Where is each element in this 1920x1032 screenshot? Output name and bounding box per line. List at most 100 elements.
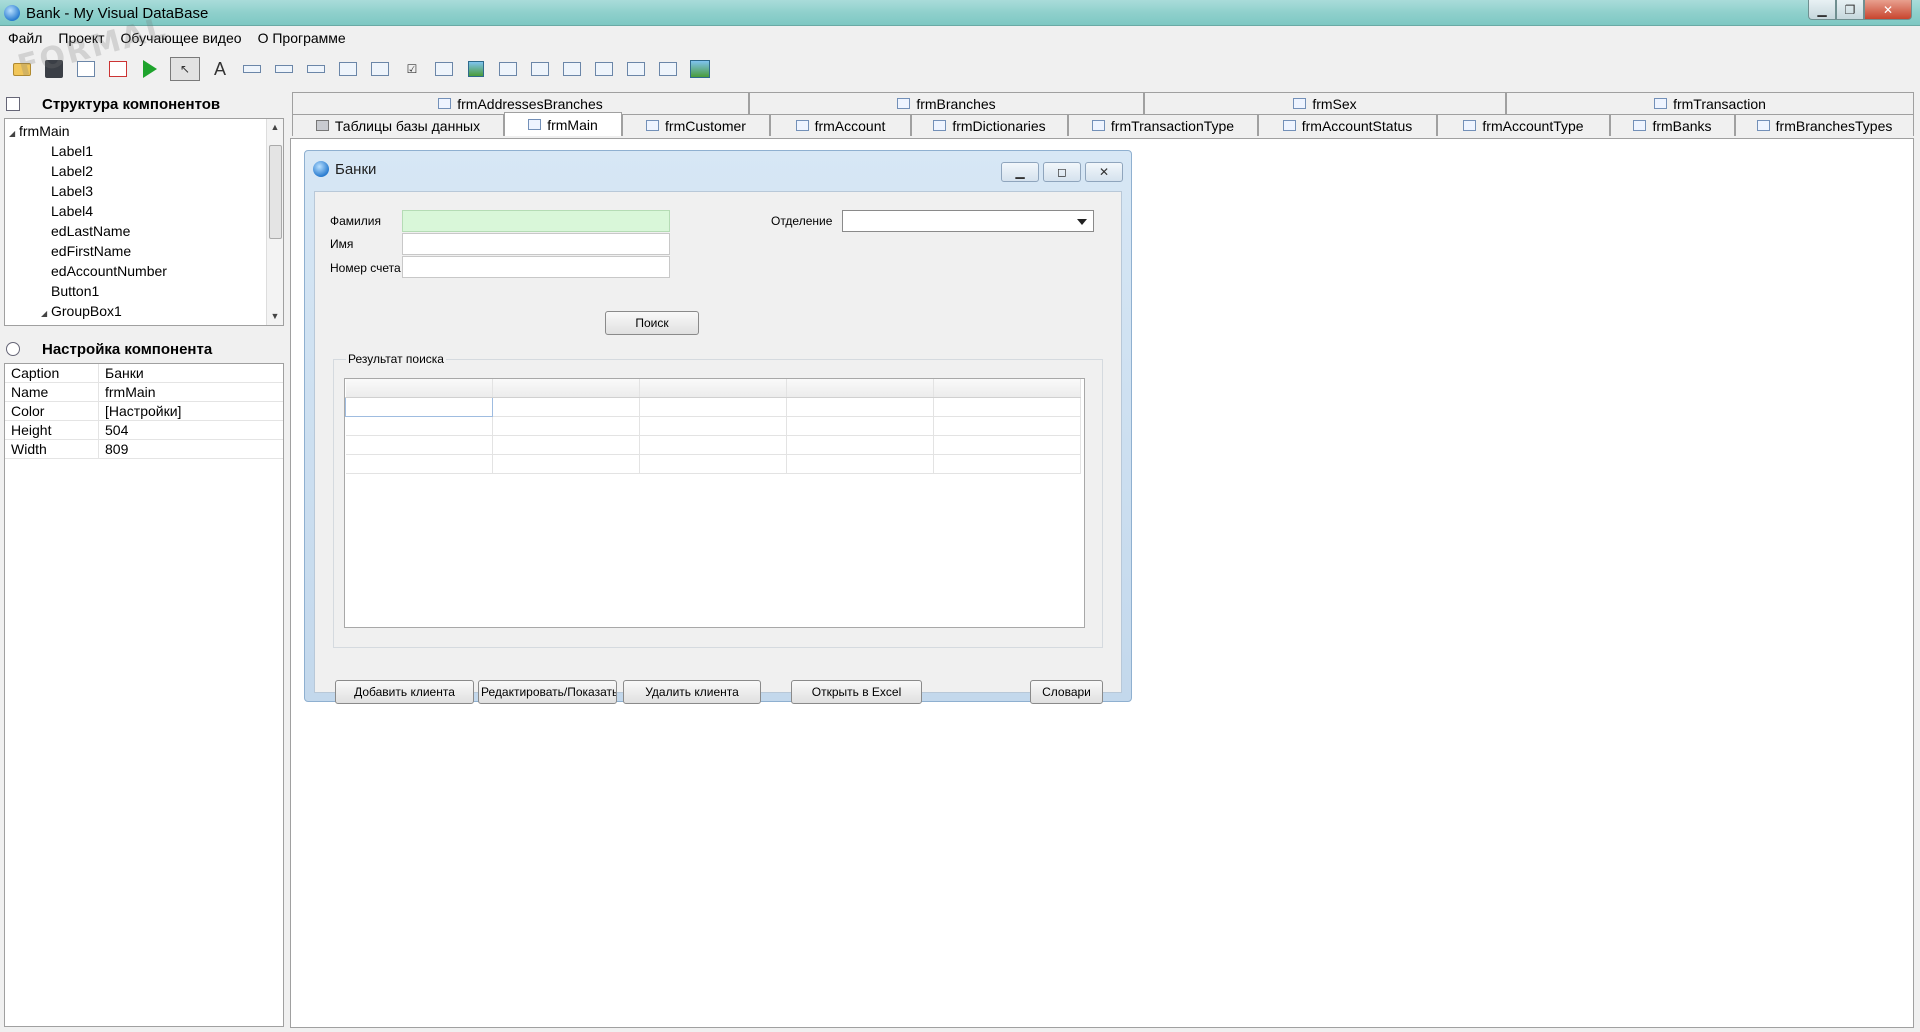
property-grid[interactable]: Caption Банки Name frmMain Color [Настройки… xyxy=(4,363,284,1027)
property-row[interactable]: Color [Настройки] xyxy=(5,402,283,421)
tab-frmAddressesBranches[interactable]: frmAddressesBranches xyxy=(292,92,749,114)
results-grid[interactable] xyxy=(344,378,1085,628)
scroll-up-arrow-icon[interactable]: ▲ xyxy=(267,119,283,136)
tree-item[interactable]: edLastName xyxy=(9,221,283,241)
tab-database-tables[interactable]: Таблицы базы данных xyxy=(292,114,504,136)
grid-cell[interactable] xyxy=(492,454,640,474)
branch-select[interactable] xyxy=(842,210,1094,232)
grid-cell[interactable] xyxy=(933,416,1081,436)
shape-tool-icon[interactable] xyxy=(592,57,616,81)
tree-item[interactable]: edAccountNumber xyxy=(9,261,283,281)
add-form-icon[interactable] xyxy=(74,57,98,81)
tab-frmDictionaries[interactable]: frmDictionaries xyxy=(911,114,1068,136)
tree-item[interactable]: ◢ GroupBox1 xyxy=(9,301,283,321)
menu-file[interactable]: Файл xyxy=(6,30,44,46)
edit-tool-icon[interactable] xyxy=(272,57,296,81)
scrollbar-thumb[interactable] xyxy=(269,145,282,239)
tab-frmBanks[interactable]: frmBanks xyxy=(1610,114,1735,136)
grid-cell[interactable] xyxy=(933,397,1081,417)
picture-tool-icon[interactable] xyxy=(688,57,712,81)
grid-cell[interactable] xyxy=(786,397,934,417)
menu-about[interactable]: О Программе xyxy=(256,30,348,46)
tab-frmMain[interactable]: frmMain xyxy=(504,112,622,136)
property-row[interactable]: Caption Банки xyxy=(5,364,283,383)
tree-scrollbar[interactable]: ▲ ▼ xyxy=(266,119,283,325)
close-button[interactable]: ✕ xyxy=(1864,0,1912,20)
grid-header-cell[interactable] xyxy=(933,379,1081,398)
tree-item[interactable]: Label3 xyxy=(9,181,283,201)
menu-tutorial-video[interactable]: Обучающее видео xyxy=(119,30,244,46)
tree-item[interactable]: Label2 xyxy=(9,161,283,181)
tab-frmTransactionType[interactable]: frmTransactionType xyxy=(1068,114,1258,136)
tree-item[interactable]: Button1 xyxy=(9,281,283,301)
tree-item[interactable]: edFirstName xyxy=(9,241,283,261)
grid-cell[interactable] xyxy=(345,454,493,474)
tab-frmAccountType[interactable]: frmAccountType xyxy=(1437,114,1610,136)
pointer-tool-icon[interactable]: ↖ xyxy=(170,57,200,81)
form-maximize-button[interactable]: ◻ xyxy=(1043,162,1081,182)
grid-cell[interactable] xyxy=(345,435,493,455)
table-row[interactable] xyxy=(345,435,1081,455)
open-excel-button[interactable]: Открыть в Excel xyxy=(791,680,922,704)
grid-cell[interactable] xyxy=(345,416,493,436)
grid-header-cell[interactable] xyxy=(345,379,493,398)
tab-frmAccount[interactable]: frmAccount xyxy=(770,114,911,136)
restore-button[interactable]: ❐ xyxy=(1836,0,1864,20)
button-tool-icon[interactable] xyxy=(240,57,264,81)
grid-cell[interactable] xyxy=(492,435,640,455)
scroll-down-arrow-icon[interactable]: ▼ xyxy=(267,308,283,325)
save-icon[interactable] xyxy=(42,57,66,81)
property-row[interactable]: Width 809 xyxy=(5,440,283,459)
property-row[interactable]: Name frmMain xyxy=(5,383,283,402)
table-row[interactable] xyxy=(345,416,1081,436)
combobox-tool-icon[interactable] xyxy=(368,57,392,81)
memo-tool-icon[interactable] xyxy=(336,57,360,81)
groupbox-tool-icon[interactable] xyxy=(624,57,648,81)
table-row[interactable] xyxy=(345,396,1081,417)
grid-header-cell[interactable] xyxy=(492,379,640,398)
property-row[interactable]: Height 504 xyxy=(5,421,283,440)
tab-frmBranches[interactable]: frmBranches xyxy=(749,92,1144,114)
date-tool-icon[interactable] xyxy=(496,57,520,81)
tab-frmBranchesTypes[interactable]: frmBranchesTypes xyxy=(1735,114,1914,136)
grid-header-cell[interactable] xyxy=(639,379,787,398)
numeric-tool-icon[interactable] xyxy=(304,57,328,81)
designed-form[interactable]: Банки ▁ ◻ ✕ Фамилия Имя Номер счета Отде… xyxy=(304,150,1132,704)
image-tool-icon[interactable] xyxy=(464,57,488,81)
tree-item[interactable]: Label1 xyxy=(9,141,283,161)
grid-cell[interactable] xyxy=(492,397,640,417)
grid-cell[interactable] xyxy=(639,435,787,455)
grid-cell[interactable] xyxy=(933,435,1081,455)
grid-header-cell[interactable] xyxy=(786,379,934,398)
tab-frmAccountStatus[interactable]: frmAccountStatus xyxy=(1258,114,1437,136)
add-client-button[interactable]: Добавить клиента xyxy=(335,680,474,704)
run-icon[interactable] xyxy=(138,57,162,81)
form-minimize-button[interactable]: ▁ xyxy=(1001,162,1039,182)
lastname-input[interactable] xyxy=(402,210,670,232)
grid-cell[interactable] xyxy=(933,454,1081,474)
form-close-button[interactable]: ✕ xyxy=(1085,162,1123,182)
tab-frmTransaction[interactable]: frmTransaction xyxy=(1506,92,1914,114)
tabsheet-tool-icon[interactable] xyxy=(656,57,680,81)
grid-cell[interactable] xyxy=(639,454,787,474)
grid-cell[interactable] xyxy=(345,396,493,417)
table-row[interactable] xyxy=(345,454,1081,474)
grid-cell[interactable] xyxy=(639,416,787,436)
open-project-icon[interactable] xyxy=(10,57,34,81)
edit-show-button[interactable]: Редактировать/Показать xyxy=(478,680,617,704)
calendar-tool-icon[interactable] xyxy=(528,57,552,81)
grid-cell[interactable] xyxy=(786,416,934,436)
grid-tool-icon[interactable] xyxy=(432,57,456,81)
dictionaries-button[interactable]: Словари xyxy=(1030,680,1103,704)
component-tree[interactable]: ◢ frmMain Label1 Label2 Label3 Label4 edL… xyxy=(4,118,284,326)
delete-client-button[interactable]: Удалить клиента xyxy=(623,680,761,704)
checkbox-tool-icon[interactable]: ☑ xyxy=(400,57,424,81)
label-tool-icon[interactable]: A xyxy=(208,57,232,81)
panel-tool-icon[interactable] xyxy=(560,57,584,81)
grid-cell[interactable] xyxy=(492,416,640,436)
menu-project[interactable]: Проект xyxy=(56,30,106,46)
tab-frmCustomer[interactable]: frmCustomer xyxy=(622,114,770,136)
grid-cell[interactable] xyxy=(786,435,934,455)
search-button[interactable]: Поиск xyxy=(605,311,699,335)
minimize-button[interactable]: ▁ xyxy=(1808,0,1836,20)
